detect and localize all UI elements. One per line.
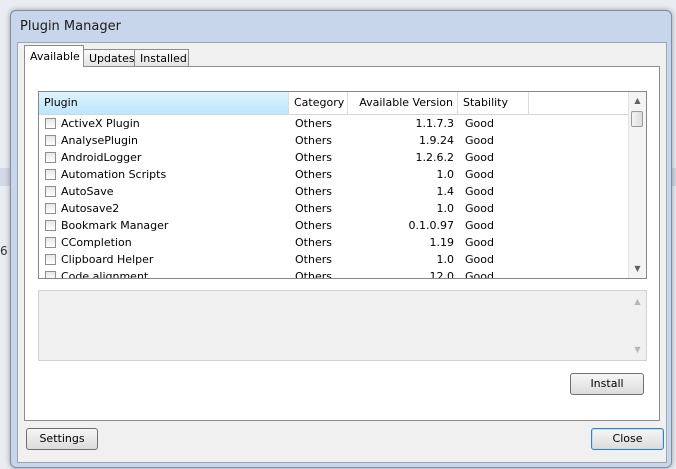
column-header-filler (529, 92, 629, 114)
scroll-down-icon[interactable]: ▼ (633, 264, 642, 274)
row-checkbox[interactable] (45, 152, 56, 163)
plugin-stability: Good (465, 202, 494, 215)
plugin-category: Others (295, 185, 332, 198)
column-header-category[interactable]: Category (289, 92, 348, 114)
list-header: Plugin Category Available Version Stabil… (39, 92, 629, 115)
table-row[interactable]: AnalysePlugin Others 1.9.24 Good (39, 132, 629, 149)
plugin-name: ActiveX Plugin (61, 117, 140, 130)
background-text: 6 (0, 244, 8, 258)
plugin-version: 1.4 (436, 185, 455, 198)
plugin-version: 0.1.0.97 (408, 219, 454, 232)
close-button[interactable]: Close (591, 428, 664, 450)
row-checkbox[interactable] (45, 135, 56, 146)
tab-available[interactable]: Available (24, 45, 84, 67)
plugin-name: AutoSave (61, 185, 114, 198)
row-checkbox[interactable] (45, 118, 56, 129)
plugin-stability: Good (465, 236, 494, 249)
tab-panel-available: Plugin Category Available Version Stabil… (24, 66, 660, 421)
column-header-stability[interactable]: Stability (458, 92, 529, 114)
plugin-version: 1.0 (436, 202, 455, 215)
plugin-category: Others (295, 270, 332, 279)
row-checkbox[interactable] (45, 186, 56, 197)
description-scroll-up-icon[interactable]: ▲ (633, 297, 642, 307)
column-header-version[interactable]: Available Version (348, 92, 458, 114)
row-checkbox[interactable] (45, 220, 56, 231)
row-checkbox[interactable] (45, 254, 56, 265)
plugin-category: Others (295, 253, 332, 266)
tab-updates[interactable]: Updates (83, 49, 135, 67)
settings-button[interactable]: Settings (26, 428, 98, 450)
plugin-stability: Good (465, 219, 494, 232)
row-checkbox[interactable] (45, 169, 56, 180)
tab-installed[interactable]: Installed (134, 49, 189, 67)
plugin-category: Others (295, 168, 332, 181)
plugin-name: Automation Scripts (61, 168, 167, 181)
plugin-version: 1.9.24 (419, 134, 454, 147)
plugin-version: 1.2.6.2 (415, 151, 454, 164)
plugin-stability: Good (465, 117, 494, 130)
table-row[interactable]: Automation Scripts Others 1.0 Good (39, 166, 629, 183)
plugin-stability: Good (465, 270, 494, 279)
list-scrollbar[interactable]: ▲ ▼ (628, 92, 646, 278)
column-header-plugin[interactable]: Plugin (39, 92, 289, 114)
plugin-category: Others (295, 236, 332, 249)
plugin-name: Bookmark Manager (61, 219, 169, 232)
table-row[interactable]: Code alignment Others 12.0 Good (39, 268, 629, 279)
table-row[interactable]: Bookmark Manager Others 0.1.0.97 Good (39, 217, 629, 234)
plugin-category: Others (295, 134, 332, 147)
table-row[interactable]: ActiveX Plugin Others 1.1.7.3 Good (39, 115, 629, 132)
plugin-name: Code alignment (61, 270, 149, 279)
plugin-version: 1.0 (436, 168, 455, 181)
scroll-up-icon[interactable]: ▲ (633, 96, 642, 106)
install-button[interactable]: Install (570, 373, 644, 395)
plugin-name: CCompletion (61, 236, 132, 249)
plugin-category: Others (295, 117, 332, 130)
plugin-stability: Good (465, 134, 494, 147)
plugin-name: Autosave2 (61, 202, 120, 215)
plugin-stability: Good (465, 151, 494, 164)
scroll-thumb[interactable] (631, 111, 643, 127)
plugin-list[interactable]: Plugin Category Available Version Stabil… (38, 91, 647, 279)
row-checkbox[interactable] (45, 271, 56, 278)
window-title: Plugin Manager (20, 19, 121, 34)
table-row[interactable]: AutoSave Others 1.4 Good (39, 183, 629, 200)
row-checkbox[interactable] (45, 237, 56, 248)
table-row[interactable]: Autosave2 Others 1.0 Good (39, 200, 629, 217)
plugin-description-area[interactable]: ▲ ▼ (38, 290, 647, 361)
plugin-stability: Good (465, 185, 494, 198)
row-checkbox[interactable] (45, 203, 56, 214)
plugin-version: 1.0 (436, 253, 455, 266)
plugin-stability: Good (465, 253, 494, 266)
table-row[interactable]: CCompletion Others 1.19 Good (39, 234, 629, 251)
plugin-manager-window: Plugin Manager Available Updates Install… (10, 10, 672, 468)
plugin-name: AnalysePlugin (61, 134, 138, 147)
plugin-version: 12.0 (429, 270, 455, 279)
plugin-version: 1.19 (429, 236, 455, 249)
description-scrollbar[interactable]: ▲ ▼ (629, 291, 646, 360)
plugin-category: Others (295, 151, 332, 164)
plugin-category: Others (295, 202, 332, 215)
plugin-category: Others (295, 219, 332, 232)
table-row[interactable]: AndroidLogger Others 1.2.6.2 Good (39, 149, 629, 166)
plugin-stability: Good (465, 168, 494, 181)
dialog-client-area: Available Updates Installed Plugin Categ… (17, 42, 667, 463)
plugin-name: AndroidLogger (61, 151, 142, 164)
plugin-version: 1.1.7.3 (415, 117, 454, 130)
table-row[interactable]: Clipboard Helper Others 1.0 Good (39, 251, 629, 268)
plugin-name: Clipboard Helper (61, 253, 154, 266)
description-scroll-down-icon[interactable]: ▼ (633, 345, 642, 355)
